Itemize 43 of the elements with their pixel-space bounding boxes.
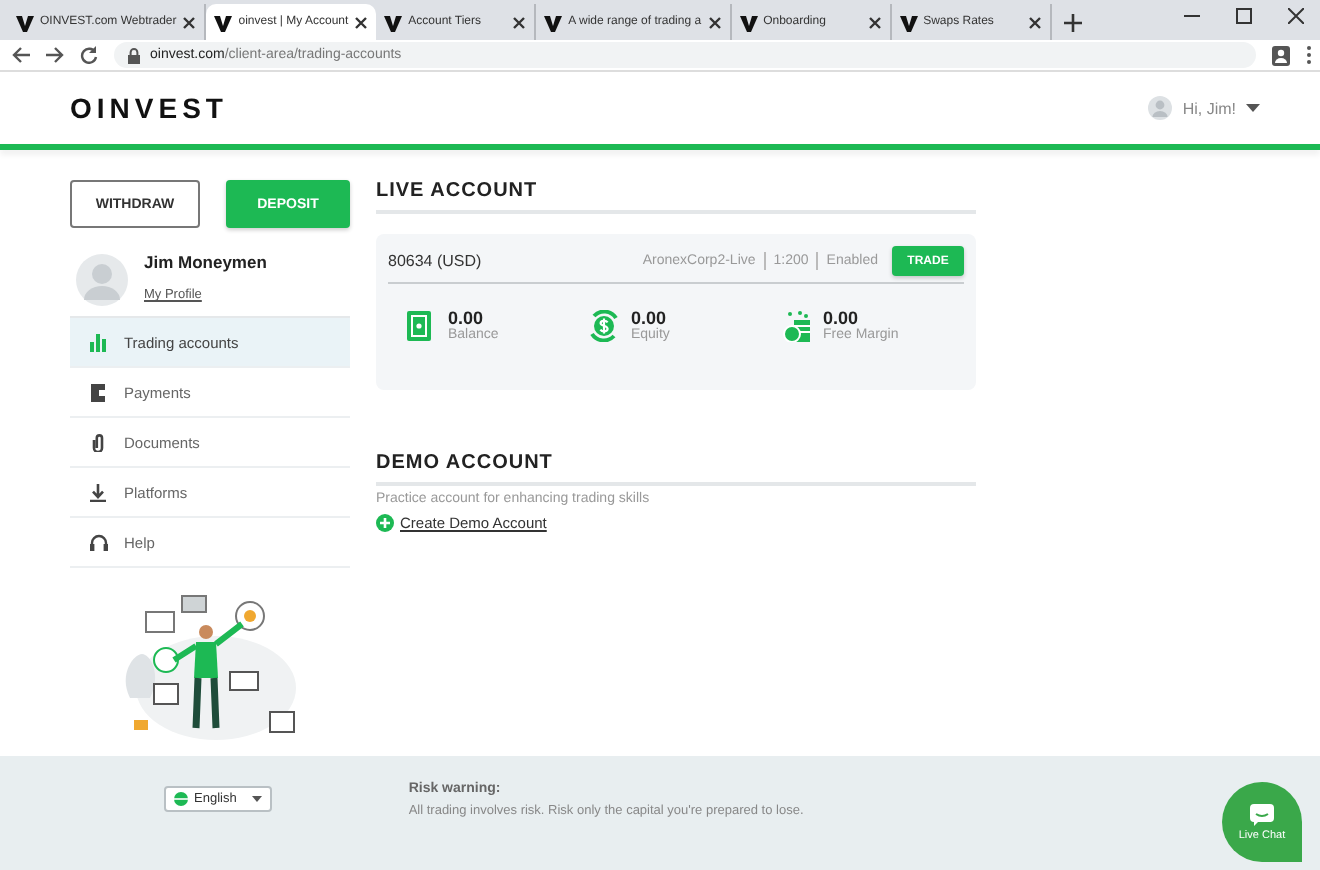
close-icon — [1027, 15, 1042, 29]
profile-name: Jim Moneymen — [144, 252, 267, 272]
back-icon — [12, 46, 30, 64]
headset-icon — [90, 533, 108, 551]
maximize-icon — [1236, 8, 1252, 24]
favicon-icon — [899, 13, 918, 31]
stat-value: 0.00 — [630, 308, 666, 328]
forward-icon — [46, 46, 64, 64]
favicon-icon — [739, 13, 758, 31]
close-icon — [867, 15, 882, 29]
more-icon — [1306, 46, 1312, 64]
download-icon — [90, 483, 108, 501]
section-heading: DEMO ACCOUNT — [376, 450, 976, 486]
user-menu[interactable]: Hi, Jim! — [1148, 96, 1260, 120]
close-icon — [1288, 8, 1304, 24]
profile-icon — [1272, 45, 1290, 65]
favicon-icon — [214, 13, 233, 31]
dollar-cycle-icon — [588, 310, 621, 342]
reload-icon — [80, 46, 98, 64]
caret-icon — [1246, 104, 1260, 112]
close-icon — [182, 15, 197, 29]
close-icon — [512, 15, 527, 29]
favicon-icon — [16, 13, 34, 31]
new-tab-icon — [1063, 14, 1082, 32]
lock-icon — [128, 47, 140, 63]
bar-chart-icon — [90, 333, 108, 351]
plus-circle-icon — [376, 514, 394, 532]
globe-icon — [174, 792, 188, 806]
stat-value: 0.00 — [448, 308, 486, 328]
close-icon — [707, 15, 722, 29]
coin-stack-icon — [781, 310, 814, 342]
favicon-icon — [544, 13, 563, 31]
favicon-icon — [384, 13, 403, 31]
account-number: 80634 (USD) — [388, 252, 482, 270]
logo[interactable]: OINVEST — [70, 92, 228, 124]
caret-icon — [252, 796, 263, 802]
chat-bubble-icon — [1250, 803, 1274, 825]
stat-value: 0.00 — [823, 308, 859, 328]
section-heading: LIVE ACCOUNT — [376, 178, 976, 214]
paperclip-icon — [90, 433, 108, 451]
avatar-icon — [76, 254, 128, 306]
close-icon — [354, 15, 369, 29]
avatar-icon — [1148, 96, 1173, 120]
